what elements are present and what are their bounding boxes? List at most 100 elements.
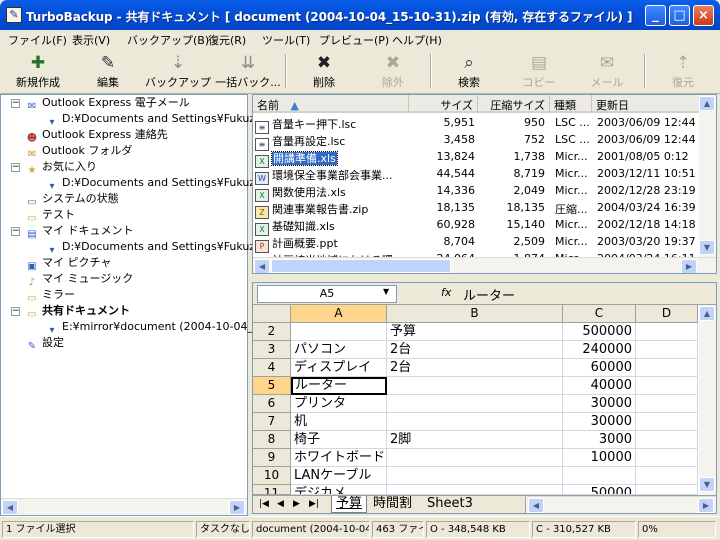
tree-node-test[interactable]: ▭ テスト [25,207,75,224]
cell[interactable] [636,341,698,359]
tree-node-outlook-folder[interactable]: ✉ Outlook フォルダ [25,143,133,160]
cell[interactable] [387,395,563,413]
file-list-horizontal-scrollbar[interactable]: ◀ ▶ [253,257,716,273]
file-row[interactable]: X 基礎知識.xls 60,928 15,140 Micr... 2002/12/… [253,216,698,236]
scroll-left-arrow[interactable]: ◀ [528,498,544,513]
cell[interactable] [636,449,698,467]
batch-backup-button[interactable]: ⇊ 一括バック... [213,52,283,92]
cell[interactable]: 240000 [563,341,636,359]
scrollbar-thumb[interactable] [271,259,451,273]
file-row[interactable]: ≡ 音量再設定.lsc 3,458 752 LSC ... 2003/06/09 … [253,131,698,151]
cell[interactable]: 2脚 [387,431,563,449]
edit-button[interactable]: ✎ 編集 [73,52,143,92]
file-row[interactable]: X 関数使用法.xls 14,336 2,049 Micr... 2002/12/… [253,182,698,202]
column-header-type[interactable]: 種類 [550,95,592,113]
row-header[interactable]: 10 [253,467,291,485]
sheet-tab-budget[interactable]: 予算 [331,496,368,513]
tree-horizontal-scrollbar[interactable]: ◀ ▶ [1,498,247,515]
menu-restore[interactable]: 復元(R) [208,32,246,48]
next-sheet-button[interactable]: ▶ [289,496,304,513]
expander-favorites[interactable]: − [11,163,20,172]
tree-node-shared-documents-path[interactable]: ▾ E:¥mirror¥document (2004-10-04_15 [45,319,267,336]
cell[interactable]: 50000 [563,485,636,495]
file-row[interactable]: W 環境保全事業部会事業... 44,544 8,719 Micr... 2003… [253,165,698,185]
tree-node-outlook-contacts[interactable]: ☻ Outlook Express 連絡先 [25,127,168,144]
row-header[interactable]: 7 [253,413,291,431]
cell[interactable] [387,485,563,495]
cell[interactable] [387,377,563,395]
cell[interactable]: 3000 [563,431,636,449]
row-header[interactable]: 11 [253,485,291,495]
menu-file[interactable]: ファイル(F) [8,32,67,48]
menu-preview[interactable]: プレビュー(P) [319,32,389,48]
formula-content[interactable]: ルーター [463,285,515,304]
tree-node-outlook-mail[interactable]: ✉ Outlook Express 電子メール [25,95,190,112]
cell[interactable] [387,449,563,467]
tree-node-shared-documents[interactable]: ▭ 共有ドキュメント [25,303,130,320]
tree-node-settings[interactable]: ✎ 設定 [25,335,64,352]
menu-view[interactable]: 表示(V) [72,32,110,48]
cell[interactable]: 30000 [563,395,636,413]
expander-outlook-mail[interactable]: − [11,99,20,108]
column-header-date[interactable]: 更新日 [592,95,702,113]
row-header[interactable]: 3 [253,341,291,359]
cell[interactable]: プリンタ [291,395,387,413]
cell[interactable]: 椅子 [291,431,387,449]
close-button[interactable]: × [693,5,714,26]
scroll-right-arrow[interactable]: ▶ [681,259,697,273]
cell[interactable]: 500000 [563,323,636,341]
cell[interactable]: LANケーブル [291,467,387,485]
select-all-corner[interactable] [253,305,291,323]
column-header-compressed-size[interactable]: 圧縮サイズ [478,95,550,113]
sheet-tab-timetable[interactable]: 時間割 [369,496,416,513]
column-header-d[interactable]: D [636,305,698,323]
scroll-left-arrow[interactable]: ◀ [2,500,18,515]
backup-tree[interactable]: − ✉ Outlook Express 電子メール ▾ D:¥Documents a… [0,94,267,516]
tree-node-favorites-path[interactable]: ▾ D:¥Documents and Settings¥Fukuzu [45,175,262,192]
cell[interactable]: 40000 [563,377,636,395]
cell[interactable] [636,323,698,341]
scroll-up-arrow[interactable]: ▲ [699,96,715,111]
previous-sheet-button[interactable]: ◀ [273,496,288,513]
cell[interactable]: 机 [291,413,387,431]
column-header-size[interactable]: サイズ [409,95,478,113]
file-list-vertical-scrollbar[interactable]: ▲ ▼ [699,95,716,257]
expander-my-documents[interactable]: − [11,227,20,236]
row-header[interactable]: 4 [253,359,291,377]
menu-tools[interactable]: ツール(T) [262,32,310,48]
file-row-selected[interactable]: X 開講準備.xls 13,824 1,738 Micr... 2001/08/0… [253,148,698,168]
menu-help[interactable]: ヘルプ(H) [392,32,442,48]
menu-backup[interactable]: バックアップ(B) [127,32,209,48]
tree-node-my-documents[interactable]: ▤ マイ ドキュメント [25,223,133,240]
tree-node-favorites[interactable]: ★ お気に入り [25,159,97,176]
cell[interactable]: ホワイトボード [291,449,387,467]
cell[interactable]: 10000 [563,449,636,467]
file-list[interactable]: 名前 ▲ サイズ 圧縮サイズ 種類 更新日 ≡ 音量キー押下.lsc 5,951 … [252,94,717,274]
cell[interactable] [636,395,698,413]
spreadsheet-preview[interactable]: A5 ▼ fx ルーター A B C D 2 予算 500000 3 パソコン … [252,282,717,514]
cell[interactable]: 60000 [563,359,636,377]
scroll-left-arrow[interactable]: ◀ [254,259,270,273]
tree-node-system-state[interactable]: ▭ システムの状態 [25,191,118,208]
scroll-down-arrow[interactable]: ▼ [699,477,715,492]
title-bar[interactable]: ✎ TurboBackup - 共有ドキュメント [ document (200… [0,0,720,30]
cell[interactable] [636,377,698,395]
sheet-vertical-scrollbar[interactable]: ▲ ▼ [699,305,716,495]
minimize-button[interactable]: _ [645,5,666,26]
first-sheet-button[interactable]: |◀ [255,496,273,513]
exclude-button[interactable]: ✖ 除外 [358,52,428,92]
copy-button[interactable]: ▤ コピー [504,52,574,92]
file-row[interactable]: P 計画概要.ppt 8,704 2,509 Micr... 2003/03/20… [253,233,698,253]
sheet-tab-sheet3[interactable]: Sheet3 [423,496,477,513]
backup-button[interactable]: ⇣ バックアップ [143,52,213,92]
scroll-right-arrow[interactable]: ▶ [698,498,714,513]
tree-node-my-pictures[interactable]: ▣ マイ ピクチャ [25,255,111,272]
file-row[interactable]: ≡ 音量キー押下.lsc 5,951 950 LSC ... 2003/06/09… [253,114,698,134]
cell[interactable] [636,359,698,377]
tree-node-my-documents-path[interactable]: ▾ D:¥Documents and Settings¥Fukuzu [45,239,262,256]
row-header[interactable]: 8 [253,431,291,449]
cell[interactable] [387,413,563,431]
mail-button[interactable]: ✉ メール [572,52,642,92]
column-header-b[interactable]: B [387,305,563,323]
column-header-c[interactable]: C [563,305,636,323]
